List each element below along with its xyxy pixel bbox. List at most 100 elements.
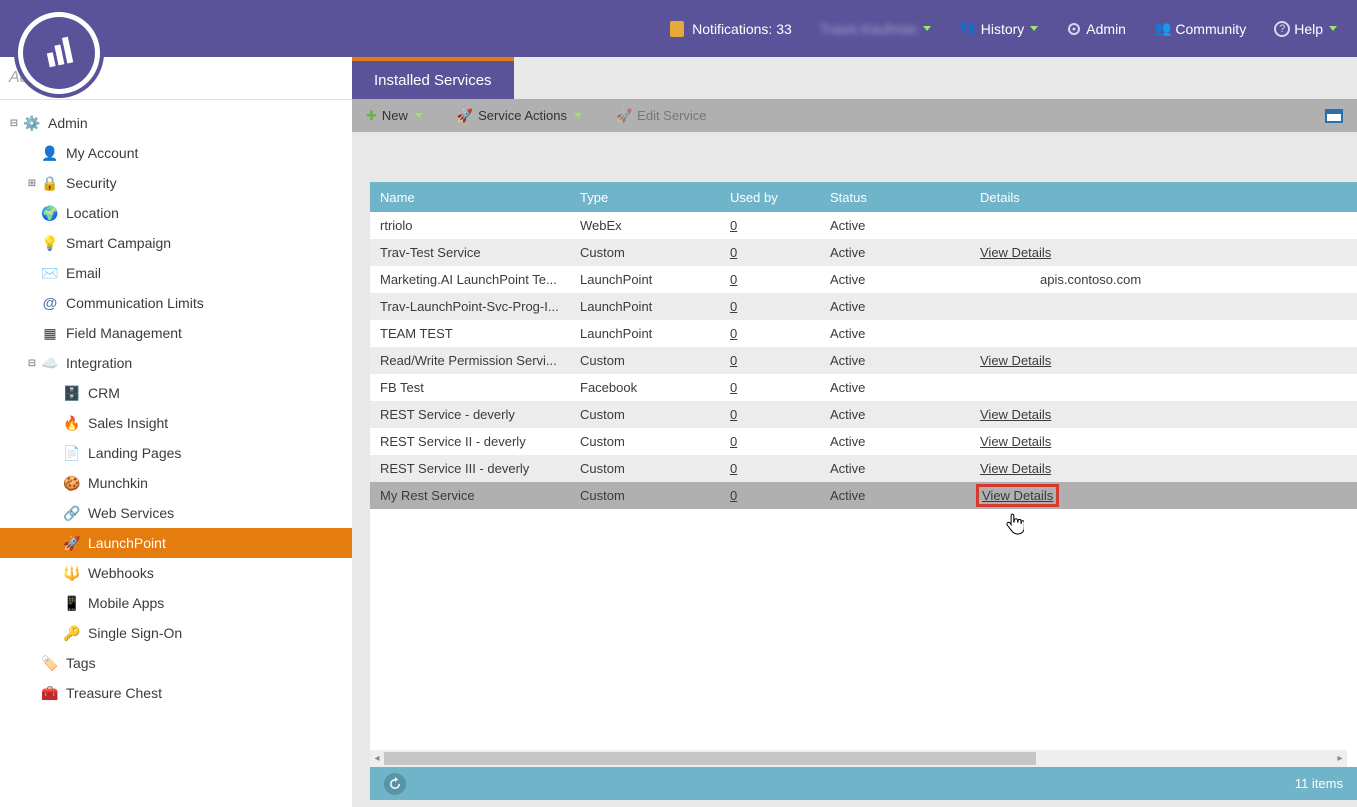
- history-menu[interactable]: 👣 History: [959, 20, 1038, 37]
- refresh-button[interactable]: [384, 773, 406, 795]
- tree-item-web-services[interactable]: 🔗Web Services: [0, 498, 352, 528]
- expander-icon[interactable]: ⊟: [8, 118, 20, 129]
- tree-item-admin[interactable]: ⊟⚙️Admin: [0, 108, 352, 138]
- cell-usedby: 0: [720, 218, 820, 233]
- tree-item-smart-campaign[interactable]: 💡Smart Campaign: [0, 228, 352, 258]
- table-row[interactable]: Trav-Test ServiceCustom0ActiveView Detai…: [370, 239, 1357, 266]
- db-icon: 🗄️: [62, 385, 82, 402]
- cell-name: My Rest Service: [370, 488, 570, 503]
- scroll-thumb[interactable]: [384, 752, 1036, 765]
- table-row[interactable]: My Rest ServiceCustom0ActiveView Details: [370, 482, 1357, 509]
- cell-status: Active: [820, 245, 970, 260]
- cell-name: Trav-LaunchPoint-Svc-Prog-I...: [370, 299, 570, 314]
- table-row[interactable]: REST Service III - deverlyCustom0ActiveV…: [370, 455, 1357, 482]
- footprints-icon: 👣: [959, 20, 976, 37]
- table-row[interactable]: FB TestFacebook0Active: [370, 374, 1357, 401]
- tree-item-landing-pages[interactable]: 📄Landing Pages: [0, 438, 352, 468]
- col-type-header[interactable]: Type: [570, 190, 720, 205]
- notifications-link[interactable]: Notifications: 33: [670, 21, 792, 37]
- cell-details: View Details: [970, 407, 1357, 422]
- tree-item-mobile-apps[interactable]: 📱Mobile Apps: [0, 588, 352, 618]
- table-row[interactable]: Trav-LaunchPoint-Svc-Prog-I...LaunchPoin…: [370, 293, 1357, 320]
- table-row[interactable]: TEAM TESTLaunchPoint0Active: [370, 320, 1357, 347]
- used-by-link[interactable]: 0: [730, 272, 737, 287]
- tree-item-integration[interactable]: ⊟☁️Integration: [0, 348, 352, 378]
- table-row[interactable]: REST Service II - deverlyCustom0ActiveVi…: [370, 428, 1357, 455]
- tab-installed-services[interactable]: Installed Services: [352, 57, 514, 99]
- used-by-link[interactable]: 0: [730, 353, 737, 368]
- tree-item-email[interactable]: ✉️Email: [0, 258, 352, 288]
- tree-item-crm[interactable]: 🗄️CRM: [0, 378, 352, 408]
- used-by-link[interactable]: 0: [730, 245, 737, 260]
- used-by-link[interactable]: 0: [730, 326, 737, 341]
- cell-name: rtriolo: [370, 218, 570, 233]
- expander-icon[interactable]: ⊟: [26, 358, 38, 369]
- grid-body: rtrioloWebEx0Active Trav-Test Service Cust…: [370, 212, 1357, 509]
- table-row[interactable]: Read/Write Permission Servi...Custom0Act…: [370, 347, 1357, 374]
- chevron-down-icon: [415, 113, 423, 118]
- used-by-link[interactable]: 0: [730, 218, 737, 233]
- view-details-link[interactable]: View Details: [980, 461, 1051, 476]
- cell-type: Custom: [570, 407, 720, 422]
- horizontal-scrollbar[interactable]: ◂ ▸: [370, 750, 1347, 767]
- col-status-header[interactable]: Status: [820, 190, 970, 205]
- col-details-header[interactable]: Details: [970, 190, 1357, 205]
- used-by-link[interactable]: 0: [730, 434, 737, 449]
- tree-item-sales-insight[interactable]: 🔥Sales Insight: [0, 408, 352, 438]
- used-by-link[interactable]: 0: [730, 461, 737, 476]
- tree-item-label: Security: [66, 175, 117, 191]
- globe-icon: 🌍: [40, 205, 60, 222]
- tree-item-field-management[interactable]: ▦Field Management: [0, 318, 352, 348]
- toolbar: ✚ New 🚀 Service Actions 🚀 Edit Service: [352, 99, 1357, 132]
- scroll-right-arrow[interactable]: ▸: [1333, 750, 1347, 767]
- sidebar: Admin... ⊟⚙️Admin👤My Account⊞🔒Security🌍L…: [0, 57, 352, 807]
- view-details-link[interactable]: View Details: [980, 407, 1051, 422]
- tree-item-webhooks[interactable]: 🔱Webhooks: [0, 558, 352, 588]
- tree-item-munchkin[interactable]: 🍪Munchkin: [0, 468, 352, 498]
- table-row[interactable]: rtrioloWebEx0Active: [370, 212, 1357, 239]
- used-by-link[interactable]: 0: [730, 380, 737, 395]
- view-details-link[interactable]: View Details: [980, 353, 1051, 368]
- cell-status: Active: [820, 434, 970, 449]
- tree-item-tags[interactable]: 🏷️Tags: [0, 648, 352, 678]
- hook-icon: 🔱: [62, 565, 82, 582]
- help-menu[interactable]: ? Help: [1274, 21, 1337, 37]
- user-menu[interactable]: Travis Kaufman: [820, 21, 932, 37]
- admin-link[interactable]: Admin: [1066, 21, 1126, 37]
- col-usedby-header[interactable]: Used by: [720, 190, 820, 205]
- community-link[interactable]: 👥 Community: [1154, 20, 1246, 37]
- used-by-link[interactable]: 0: [730, 488, 737, 503]
- notifications-label: Notifications: 33: [692, 21, 792, 37]
- tree-item-label: Admin: [48, 115, 88, 131]
- tree-item-security[interactable]: ⊞🔒Security: [0, 168, 352, 198]
- col-name-header[interactable]: Name: [370, 190, 570, 205]
- cell-name: Trav-Test Service: [370, 245, 570, 260]
- tree-item-my-account[interactable]: 👤My Account: [0, 138, 352, 168]
- used-by-link[interactable]: 0: [730, 407, 737, 422]
- cell-details: View Details: [970, 353, 1357, 368]
- expander-icon[interactable]: ⊞: [26, 178, 38, 189]
- cell-status: Active: [820, 353, 970, 368]
- tree-item-communication-limits[interactable]: @Communication Limits: [0, 288, 352, 318]
- used-by-link[interactable]: 0: [730, 299, 737, 314]
- table-row[interactable]: Marketing.AI LaunchPoint Te...LaunchPoin…: [370, 266, 1357, 293]
- tree-item-launchpoint[interactable]: 🚀LaunchPoint: [0, 528, 352, 558]
- new-button[interactable]: ✚ New: [366, 108, 423, 124]
- details-text: apis.contoso.com: [980, 272, 1141, 287]
- cell-name: REST Service - deverly: [370, 407, 570, 422]
- view-details-link[interactable]: View Details: [980, 434, 1051, 449]
- tree-item-treasure-chest[interactable]: 🧰Treasure Chest: [0, 678, 352, 708]
- view-details-link[interactable]: View Details: [980, 245, 1051, 260]
- key-icon: 🔑: [62, 625, 82, 642]
- view-details-link[interactable]: View Details: [980, 488, 1055, 503]
- cell-type: LaunchPoint: [570, 326, 720, 341]
- community-icon: 👥: [1154, 20, 1171, 37]
- tree-item-single-sign-on[interactable]: 🔑Single Sign-On: [0, 618, 352, 648]
- window-toggle-button[interactable]: [1325, 109, 1343, 123]
- app-logo[interactable]: [14, 8, 104, 98]
- service-actions-button[interactable]: 🚀 Service Actions: [457, 108, 582, 124]
- tree-item-location[interactable]: 🌍Location: [0, 198, 352, 228]
- tree-item-label: My Account: [66, 145, 138, 161]
- table-row[interactable]: REST Service - deverlyCustom0ActiveView …: [370, 401, 1357, 428]
- scroll-left-arrow[interactable]: ◂: [370, 750, 384, 767]
